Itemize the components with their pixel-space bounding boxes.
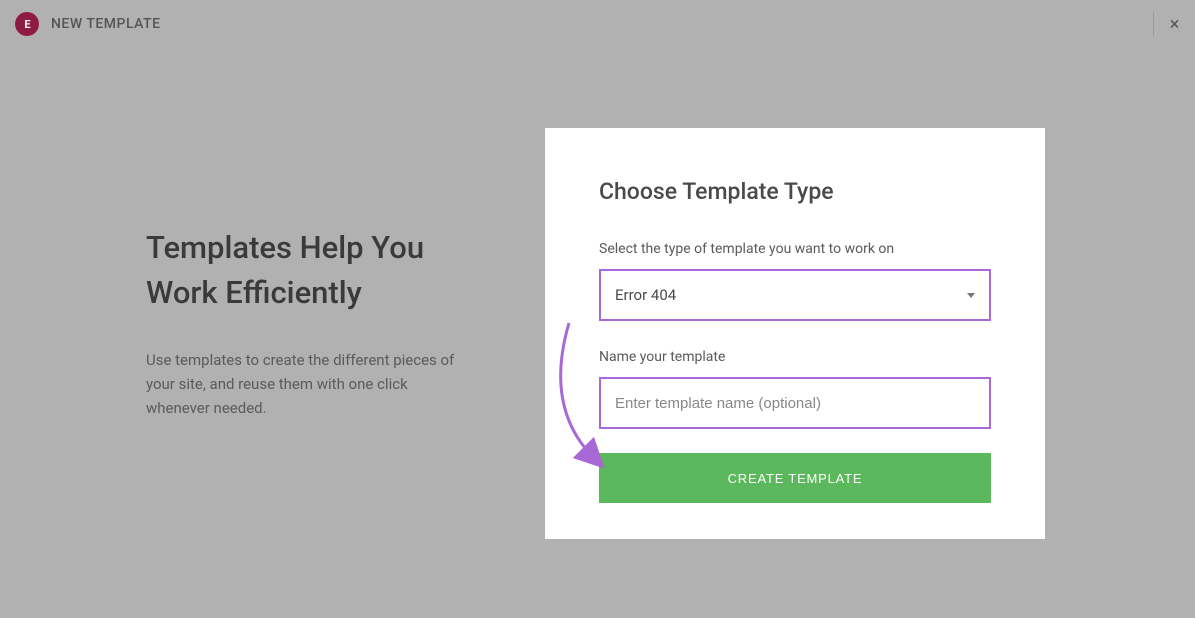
close-icon: × bbox=[1170, 14, 1180, 35]
template-type-value: Error 404 bbox=[615, 286, 676, 304]
template-form-card: Choose Template Type Select the type of … bbox=[545, 128, 1045, 539]
create-template-button[interactable]: CREATE TEMPLATE bbox=[599, 453, 991, 503]
intro-heading: Templates Help You Work Efficiently bbox=[146, 226, 456, 316]
template-name-label: Name your template bbox=[599, 349, 991, 365]
form-title: Choose Template Type bbox=[599, 178, 991, 205]
intro-paragraph: Use templates to create the different pi… bbox=[146, 348, 456, 420]
elementor-logo-icon: E bbox=[15, 12, 39, 36]
content-area: Templates Help You Work Efficiently Use … bbox=[0, 48, 1195, 618]
template-type-select[interactable]: Error 404 bbox=[599, 269, 991, 321]
template-name-input[interactable] bbox=[599, 377, 991, 429]
header-title: NEW TEMPLATE bbox=[51, 16, 161, 32]
chevron-down-icon bbox=[967, 293, 975, 298]
modal-header: E NEW TEMPLATE × bbox=[0, 0, 1195, 48]
close-button[interactable]: × bbox=[1153, 12, 1177, 36]
template-type-label: Select the type of template you want to … bbox=[599, 241, 991, 257]
intro-text-block: Templates Help You Work Efficiently Use … bbox=[146, 226, 456, 420]
